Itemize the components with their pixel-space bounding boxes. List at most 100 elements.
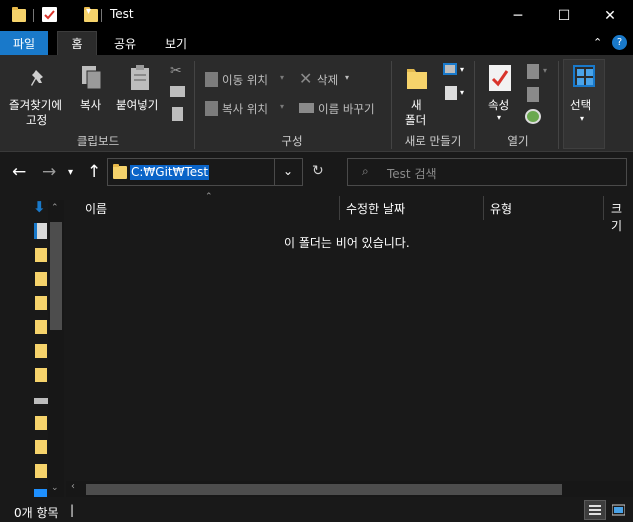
easy-access-dropdown-icon[interactable]: ▾ [460, 88, 464, 97]
scroll-left-icon[interactable]: ‹ [71, 481, 75, 492]
maximize-icon: ☐ [557, 7, 571, 24]
address-input[interactable]: C:₩Git₩Test [130, 165, 210, 180]
close-icon: ✕ [604, 7, 616, 24]
new-folder-label-2[interactable]: 폴더 [405, 112, 426, 128]
select-label: 선택 [570, 98, 592, 112]
close-button[interactable]: ✕ [587, 0, 633, 31]
forward-icon[interactable]: → [42, 163, 56, 181]
downloads-icon[interactable]: ⬇ [33, 198, 46, 216]
delete-button[interactable]: 삭제 [317, 72, 338, 88]
edit-icon[interactable] [527, 87, 539, 102]
properties-icon [488, 64, 512, 95]
open-dropdown-icon[interactable]: ▾ [543, 66, 547, 75]
nav-folder-icon[interactable] [35, 368, 47, 382]
properties-quick-icon[interactable] [42, 7, 57, 22]
rename-button[interactable]: 이름 바꾸기 [318, 101, 375, 117]
column-header-type[interactable]: 유형 [490, 200, 512, 217]
select-button[interactable]: 선택 ▾ [563, 59, 605, 149]
tab-home[interactable]: 홈 [57, 31, 97, 55]
scroll-down-icon[interactable]: ⌄ [51, 483, 59, 493]
customize-quick-access-icon[interactable]: ▾ [86, 6, 91, 17]
copy-button[interactable]: 복사 [80, 97, 101, 113]
ribbon-tabs: 파일 홈 공유 보기 ⌃ ? [0, 31, 633, 55]
ribbon: 즐겨찾기에 고정 복사 붙여넣기 ✂ 클립보드 이동 위치 ▾ 복사 위치 ▾ … [0, 55, 633, 152]
help-icon[interactable]: ? [612, 35, 627, 50]
scroll-up-icon[interactable]: ⌃ [51, 203, 59, 213]
new-item-icon[interactable] [443, 63, 457, 75]
search-icon: ⌕ [362, 164, 369, 178]
tab-view[interactable]: 보기 [157, 31, 195, 55]
new-group-caption: 새로 만들기 [404, 134, 462, 148]
nav-folder-icon[interactable] [35, 416, 47, 430]
tab-share[interactable]: 공유 [106, 31, 144, 55]
paste-button[interactable]: 붙여넣기 [116, 97, 158, 113]
history-icon[interactable] [525, 109, 541, 124]
copy-path-icon[interactable] [170, 86, 185, 97]
organize-group-caption: 구성 [281, 134, 303, 148]
move-to-dropdown-icon[interactable]: ▾ [280, 73, 284, 82]
nav-folder-icon[interactable] [35, 320, 47, 334]
paste-icon [129, 64, 151, 95]
nav-folder-icon[interactable] [35, 296, 47, 310]
details-view-button[interactable] [584, 500, 606, 520]
drive-icon[interactable] [34, 398, 48, 406]
sort-indicator-icon: ⌃ [205, 192, 213, 202]
nav-folder-icon[interactable] [35, 272, 47, 286]
nav-folder-icon[interactable] [35, 464, 47, 478]
new-item-dropdown-icon[interactable]: ▾ [460, 65, 464, 74]
column-divider[interactable] [483, 196, 484, 220]
documents-icon[interactable] [34, 223, 47, 239]
move-to-button[interactable]: 이동 위치 [222, 72, 268, 88]
address-dropdown-icon[interactable]: ⌄ [283, 164, 293, 178]
navigation-scroll-thumb[interactable] [50, 222, 62, 330]
copy-to-icon [205, 101, 218, 116]
column-header-name[interactable]: 이름 [85, 200, 107, 217]
copy-to-dropdown-icon[interactable]: ▾ [280, 102, 284, 111]
group-divider [194, 61, 195, 149]
select-icon [573, 65, 595, 87]
refresh-icon[interactable]: ↻ [312, 163, 324, 179]
pin-to-quick-access-label-1[interactable]: 즐겨찾기에 [9, 97, 62, 113]
easy-access-icon[interactable] [445, 86, 457, 100]
minimize-button[interactable]: ─ [495, 0, 541, 31]
column-divider[interactable] [339, 196, 340, 220]
properties-dropdown-icon[interactable]: ▾ [497, 113, 501, 122]
nav-folder-icon[interactable] [35, 344, 47, 358]
group-divider [558, 61, 559, 149]
minimize-icon: ─ [513, 7, 523, 24]
column-header-date-modified[interactable]: 수정한 날짜 [346, 200, 405, 217]
pin-icon [29, 68, 49, 93]
divider [101, 9, 102, 22]
divider [274, 158, 275, 186]
empty-folder-message: 이 폴더는 비어 있습니다. [284, 236, 410, 250]
open-icon[interactable] [527, 64, 539, 79]
properties-button[interactable]: 속성 [488, 97, 509, 113]
cut-icon[interactable]: ✂ [170, 63, 182, 79]
collapse-ribbon-icon[interactable]: ⌃ [593, 36, 602, 49]
delete-dropdown-icon[interactable]: ▾ [345, 73, 349, 82]
move-to-icon [205, 72, 218, 87]
up-icon[interactable]: ↑ [87, 163, 101, 181]
item-count: 0개 항목 [14, 506, 59, 520]
tab-file[interactable]: 파일 [0, 31, 48, 55]
maximize-button[interactable]: ☐ [541, 0, 587, 31]
paste-shortcut-icon[interactable] [172, 107, 183, 121]
divider [33, 9, 34, 22]
column-header-size[interactable]: 크기 [611, 200, 633, 234]
column-divider[interactable] [603, 196, 604, 220]
network-icon[interactable] [34, 489, 47, 497]
copy-to-button[interactable]: 복사 위치 [222, 101, 268, 117]
address-folder-icon [113, 164, 127, 179]
nav-folder-icon[interactable] [35, 248, 47, 262]
back-icon[interactable]: ← [12, 163, 26, 181]
new-folder-icon [406, 64, 428, 93]
status-divider: | [70, 503, 75, 517]
nav-folder-icon[interactable] [35, 440, 47, 454]
pin-to-quick-access-label-2[interactable]: 고정 [26, 112, 47, 128]
large-icons-view-button[interactable] [607, 500, 629, 520]
title-bar: ▾ Test ─ ☐ ✕ [0, 0, 633, 31]
search-input[interactable]: Test 검색 [387, 165, 437, 182]
new-folder-label-1[interactable]: 새 [411, 97, 422, 113]
horizontal-scroll-thumb[interactable] [86, 484, 562, 495]
recent-locations-icon[interactable]: ▾ [68, 164, 73, 182]
